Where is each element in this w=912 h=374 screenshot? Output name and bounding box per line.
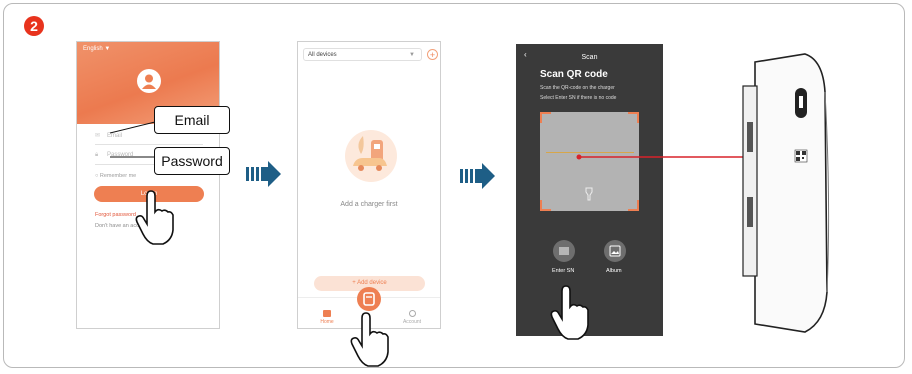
enter-sn-button[interactable] [553, 240, 575, 262]
barcode-icon [559, 247, 569, 255]
tab-home-label: Home [320, 319, 334, 325]
viewfinder-corner [628, 112, 639, 123]
viewfinder-corner [628, 200, 639, 211]
language-selector[interactable]: English ▼ [83, 46, 110, 52]
scan-heading: Scan QR code [540, 69, 608, 80]
viewfinder-corner [540, 112, 551, 123]
radio-icon: ○ [95, 173, 99, 179]
qr-code-icon [794, 149, 808, 163]
callout-pointers [109, 121, 156, 158]
tab-home[interactable]: Home [312, 310, 342, 325]
devices-phone-screen: All devices ▼ + Add a charger first + Add… [297, 41, 441, 329]
hand-pointer-icon [135, 190, 174, 245]
charger-icon[interactable] [357, 287, 381, 311]
album-label: Album [606, 268, 622, 274]
enter-sn-label: Enter SN [552, 268, 575, 274]
chevron-down-icon: ▼ [409, 52, 415, 58]
home-icon [323, 310, 331, 317]
plus-icon[interactable]: + [427, 49, 438, 60]
login-phone-screen: English ▼ ✉ Email 🔒︎ Password ○ Remember m… [76, 41, 220, 329]
tab-account-label: Account [402, 319, 422, 325]
arrow-right-icon [246, 161, 281, 187]
flashlight-icon[interactable] [584, 187, 594, 201]
remember-me-checkbox[interactable]: ○ Remember me [95, 173, 136, 179]
remember-me-label: Remember me [99, 173, 137, 179]
person-icon [137, 69, 161, 93]
device-filter-dropdown[interactable]: All devices ▼ [303, 48, 422, 61]
hand-pointer-icon [350, 312, 389, 367]
charger-car-illustration [345, 130, 397, 182]
image-icon [609, 245, 621, 257]
scan-hint-1: Scan the QR-code on the charger [540, 85, 615, 91]
device-filter-value: All devices [308, 52, 337, 58]
viewfinder-corner [540, 200, 551, 211]
forgot-password-link[interactable]: Forgot password [95, 212, 136, 218]
arrow-right-icon [460, 163, 495, 189]
empty-state-text: Add a charger first [340, 201, 398, 208]
step-badge: 2 [24, 16, 44, 36]
charger-device-illustration [742, 53, 830, 333]
album-button[interactable] [604, 240, 626, 262]
scan-screen-title: Scan [581, 54, 598, 61]
hand-pointer-icon [550, 285, 589, 340]
tab-account[interactable]: Account [397, 310, 427, 325]
account-icon [408, 310, 416, 317]
password-callout: Password [154, 147, 230, 175]
scan-hint-2: Select Enter SN if there is no code [540, 95, 617, 101]
email-callout: Email [154, 106, 230, 134]
